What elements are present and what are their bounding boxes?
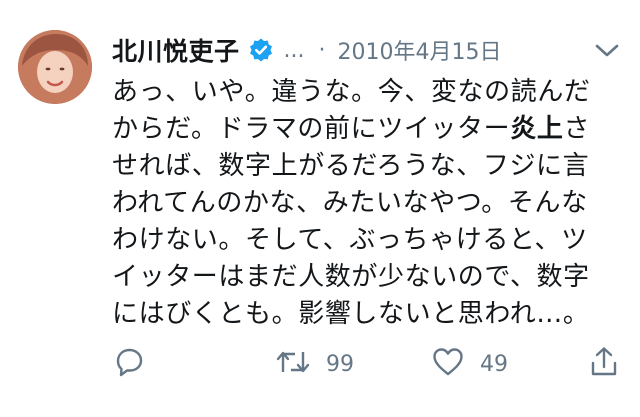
retweet-icon — [274, 345, 312, 383]
author-handle[interactable]: ... — [284, 38, 305, 63]
like-count: 49 — [480, 351, 508, 377]
verified-badge-icon — [248, 37, 274, 63]
tweet-header: 北川悦吏子 ... · 2010年4月15日 — [112, 30, 622, 70]
tweet-date[interactable]: 2010年4月15日 — [338, 34, 502, 66]
retweet-button[interactable]: 99 — [274, 342, 354, 386]
avatar[interactable] — [18, 30, 92, 104]
separator-dot: · — [318, 37, 326, 63]
tweet-text-line: わけない。そして、ぶっちゃけると、ツ — [112, 225, 588, 255]
tweet-text-line: にはびくとも。影響しないと思われ…。 — [112, 299, 590, 329]
chevron-down-icon[interactable] — [592, 36, 622, 66]
tweet-text: あっ、いや。違うな。今、変なの読んだ からだ。ドラマの前にツイッター炎上さ せれ… — [112, 74, 622, 333]
tweet-text-line: からだ。ドラマの前にツイッター炎上さ — [112, 114, 591, 144]
share-button[interactable] — [588, 342, 620, 386]
highlighted-word: 炎上 — [510, 114, 564, 144]
tweet-actions: 99 49 — [112, 342, 622, 386]
tweet-text-line: イッターはまだ人数が少ないので、数字 — [112, 262, 590, 292]
reply-icon — [112, 345, 146, 383]
tweet-text-line: せれば、数字上がるだろうな、フジに言 — [112, 151, 590, 181]
retweet-count: 99 — [326, 351, 354, 377]
author-name[interactable]: 北川悦吏子 — [112, 32, 240, 68]
share-icon — [588, 345, 620, 383]
tweet-text-line: あっ、いや。違うな。今、変なの読んだ — [112, 77, 591, 107]
like-button[interactable]: 49 — [430, 342, 508, 386]
heart-icon — [430, 345, 466, 383]
reply-button[interactable] — [112, 342, 146, 386]
tweet-card: 北川悦吏子 ... · 2010年4月15日 あっ、いや。違うな。今、変なの読ん… — [0, 0, 640, 417]
tweet-text-line: われてんのかな、みたいなやつ。そんな — [112, 188, 588, 218]
